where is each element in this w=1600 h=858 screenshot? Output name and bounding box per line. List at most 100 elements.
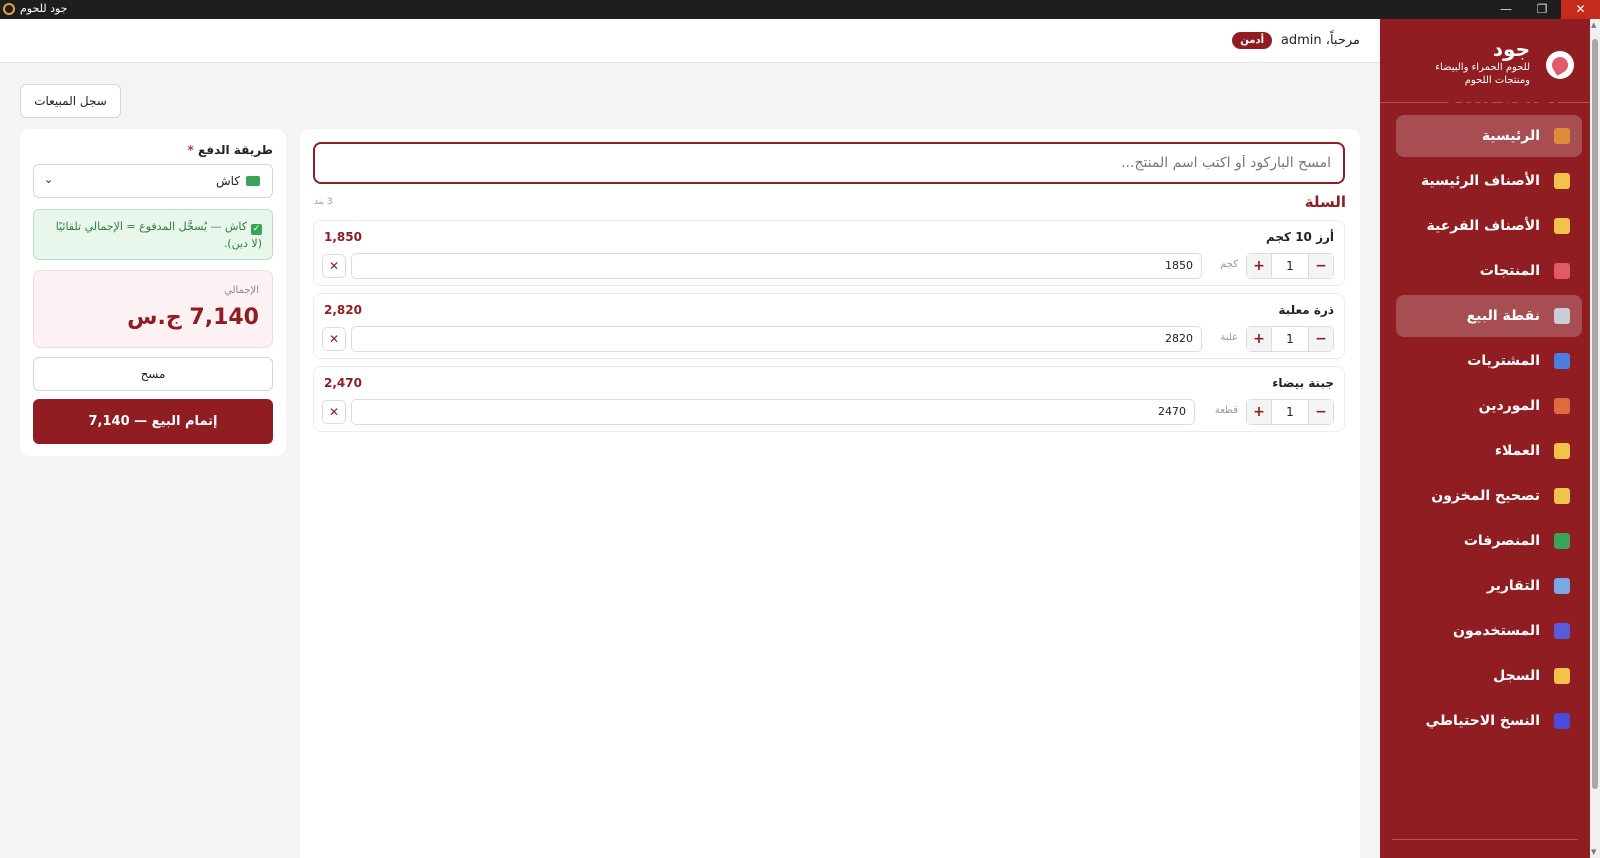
cart-item-total: 2,470 xyxy=(324,376,362,390)
maximize-button[interactable]: ❐ xyxy=(1524,0,1560,19)
sidebar-item-label: السجل xyxy=(1493,668,1540,684)
window-title: جود للحوم xyxy=(20,2,68,15)
scroll-down-icon[interactable]: ▼ xyxy=(1591,848,1596,856)
top-header: مرحباً، admin أدمن xyxy=(0,19,1380,63)
decrease-qty-button[interactable]: − xyxy=(1309,327,1333,351)
welcome-text: مرحباً، admin xyxy=(1280,33,1360,48)
app-icon xyxy=(3,3,15,15)
meat-icon xyxy=(1554,263,1570,279)
home-icon xyxy=(1554,128,1570,144)
sidebar-item[interactable]: السجل xyxy=(1396,655,1582,697)
sidebar-item[interactable]: التقارير xyxy=(1396,565,1582,607)
scroll-up-icon[interactable]: ▲ xyxy=(1591,21,1596,29)
scale-icon xyxy=(1554,488,1570,504)
sidebar-item-label: الموردين xyxy=(1478,398,1540,414)
clear-button[interactable]: مسح xyxy=(33,357,273,391)
required-mark: * xyxy=(187,143,194,157)
page-title: نقطة البيع xyxy=(1444,88,1560,113)
quantity-stepper[interactable]: −1 + xyxy=(1246,399,1334,425)
sidebar-item-label: المشتريات xyxy=(1467,353,1540,369)
sidebar: جود للحوم الحمراء والبيضاء ومنتجات اللحو… xyxy=(1380,19,1590,858)
unit-price-input[interactable]: 2820 xyxy=(351,326,1202,352)
brand-name: جود xyxy=(1492,37,1530,61)
barcode-search-input[interactable] xyxy=(313,142,1345,184)
brand-tagline: للحوم الحمراء والبيضاء ومنتجات اللحوم xyxy=(1435,62,1530,86)
cart-item-unit: كجم xyxy=(1220,259,1238,270)
sidebar-item-label: العملاء xyxy=(1494,443,1540,459)
cart-panel: السلة 3 بند أرز 10 كجم1,850−1+كجم1850✕ذر… xyxy=(300,129,1360,858)
cart-item: ذرة معلبة 2,820 −1 + علبة 2820 ✕ xyxy=(313,293,1345,359)
sidebar-item[interactable]: المشتريات xyxy=(1396,340,1582,382)
cart-item-total: 1,850 xyxy=(324,230,362,244)
scrollbar-thumb[interactable] xyxy=(1592,39,1598,789)
close-button[interactable]: ✕ xyxy=(1561,0,1600,19)
total-label: الإجمالي xyxy=(224,285,259,296)
total-value: 7,140 ج.س xyxy=(127,305,259,330)
unit-price-input[interactable]: 1850 xyxy=(351,253,1202,279)
sidebar-item-label: الرئيسية xyxy=(1481,128,1540,144)
role-badge: أدمن xyxy=(1232,32,1272,49)
cart-item-unit: علبة xyxy=(1220,332,1238,343)
truck-icon xyxy=(1554,398,1570,414)
cart-item-name: جبنة بيضاء xyxy=(1272,376,1334,390)
sidebar-item-label: الأصناف الفرعية xyxy=(1426,218,1540,234)
sidebar-item-label: المنصرفات xyxy=(1463,533,1540,549)
quantity-stepper[interactable]: −1 + xyxy=(1246,326,1334,352)
cart-item: أرز 10 كجم 1,850 −1 + كجم 1850 ✕ xyxy=(313,220,1345,286)
meat-logo-icon xyxy=(1546,51,1574,79)
folder-icon xyxy=(1554,173,1570,189)
sidebar-item[interactable]: العملاء xyxy=(1396,430,1582,472)
cart-item: جبنة بيضاء 2,470 −1 + قطعة 2470 ✕ xyxy=(313,366,1345,432)
chevron-down-icon: ⌄ xyxy=(44,173,54,186)
payment-method-text: كاش xyxy=(215,174,240,188)
remove-item-button[interactable]: ✕ xyxy=(322,254,346,278)
scroll-icon xyxy=(1554,668,1570,684)
increase-qty-button[interactable]: + xyxy=(1247,327,1271,351)
minimize-button[interactable]: — xyxy=(1488,0,1524,19)
sidebar-item[interactable]: النسخ الاحتياطي xyxy=(1396,700,1582,742)
increase-qty-button[interactable]: + xyxy=(1247,254,1271,278)
checkmark-icon: ✓ xyxy=(251,224,262,235)
sales-history-button[interactable]: سجل المبيعات xyxy=(20,84,121,118)
window-titlebar: جود للحوم — ❐ ✕ xyxy=(0,0,1600,19)
remove-item-button[interactable]: ✕ xyxy=(322,327,346,351)
sidebar-item[interactable]: الموردين xyxy=(1396,385,1582,427)
remove-item-button[interactable]: ✕ xyxy=(322,400,346,424)
quantity-input[interactable]: 1 xyxy=(1271,400,1309,424)
sidebar-item-label: المستخدمون xyxy=(1453,623,1540,639)
bar-chart-icon xyxy=(1554,578,1570,594)
floppy-disk-icon xyxy=(1554,713,1570,729)
cart-item-name: ذرة معلبة xyxy=(1278,303,1334,317)
sidebar-item-label: الأصناف الرئيسية xyxy=(1420,173,1540,189)
complete-sale-button[interactable]: إتمام البيع — 7,140 xyxy=(33,399,273,444)
shopping-bag-icon xyxy=(1554,353,1570,369)
users-icon xyxy=(1554,623,1570,639)
cart-count: 3 بند xyxy=(314,197,333,207)
money-wings-icon xyxy=(1554,533,1570,549)
quantity-input[interactable]: 1 xyxy=(1271,327,1309,351)
sidebar-item[interactable]: الرئيسية xyxy=(1396,115,1582,157)
sidebar-item[interactable]: الأصناف الرئيسية xyxy=(1396,160,1582,202)
payment-method-label-text: طريقة الدفع xyxy=(198,143,273,157)
customer-icon xyxy=(1554,443,1570,459)
sidebar-item[interactable]: نقطة البيع xyxy=(1396,295,1582,337)
folder-icon xyxy=(1554,218,1570,234)
quantity-input[interactable]: 1 xyxy=(1271,254,1309,278)
payment-method-label: طريقة الدفع * xyxy=(188,143,273,157)
sidebar-item[interactable]: المنتجات xyxy=(1396,250,1582,292)
page-scrollbar[interactable]: ▲ ▼ xyxy=(1590,19,1600,858)
sidebar-item[interactable]: الأصناف الفرعية xyxy=(1396,205,1582,247)
payment-note: ✓كاش — يُسجَّل المدفوع = الإجمالي تلقائي… xyxy=(33,209,273,260)
unit-price-input[interactable]: 2470 xyxy=(351,399,1195,425)
sidebar-item[interactable]: تصحيح المخزون xyxy=(1396,475,1582,517)
decrease-qty-button[interactable]: − xyxy=(1309,254,1333,278)
cash-icon xyxy=(246,176,260,186)
payment-method-value: كاش xyxy=(216,174,260,188)
decrease-qty-button[interactable]: − xyxy=(1309,400,1333,424)
quantity-stepper[interactable]: −1 + xyxy=(1246,253,1334,279)
sidebar-item[interactable]: المنصرفات xyxy=(1396,520,1582,562)
increase-qty-button[interactable]: + xyxy=(1247,400,1271,424)
total-box: الإجمالي 7,140 ج.س xyxy=(33,270,273,348)
sidebar-item[interactable]: المستخدمون xyxy=(1396,610,1582,652)
payment-method-select[interactable]: كاش ⌄ xyxy=(33,164,273,198)
